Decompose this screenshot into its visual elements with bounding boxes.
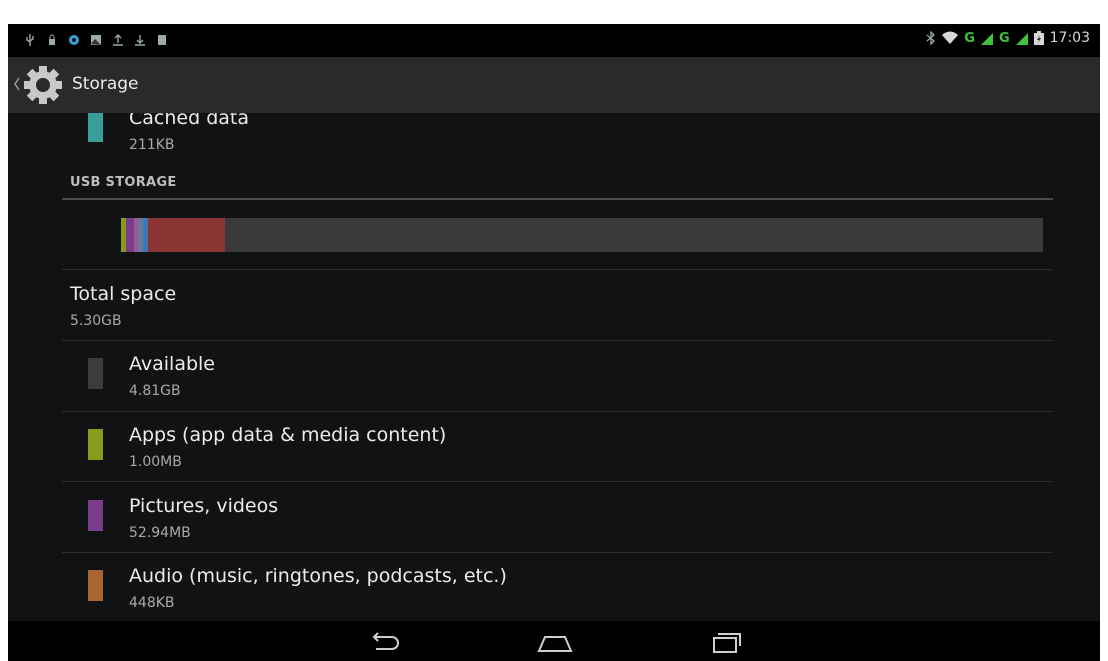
color-swatch xyxy=(88,570,103,601)
recent-apps-icon[interactable] xyxy=(706,629,746,655)
section-header-usb-storage: USB STORAGE xyxy=(70,175,177,190)
wifi-icon xyxy=(942,31,959,44)
settings-gear-icon[interactable] xyxy=(22,64,64,106)
battery-icon xyxy=(1033,31,1044,45)
divider xyxy=(62,340,1052,341)
list-item-size: 448KB xyxy=(129,595,175,611)
divider xyxy=(62,411,1052,412)
storage-list[interactable]: Cached data 211KB USB STORAGE Total spac… xyxy=(8,113,1100,621)
network-type-label: G xyxy=(998,30,1010,46)
color-swatch xyxy=(88,113,103,142)
list-item-title: Apps (app data & media content) xyxy=(129,424,447,446)
back-icon[interactable] xyxy=(364,629,404,655)
storage-icon xyxy=(158,35,166,45)
section-divider xyxy=(62,198,1053,200)
bluetooth-icon xyxy=(926,31,936,45)
list-item-size: 4.81GB xyxy=(129,383,181,399)
color-swatch xyxy=(88,429,103,460)
signal-icon xyxy=(980,33,993,45)
device-screen: G G 17:03 Storage Cached data 211KB USB … xyxy=(8,24,1100,661)
network-type-label: G xyxy=(964,30,975,46)
image-icon xyxy=(91,35,101,45)
list-item-title: Available xyxy=(129,353,216,375)
list-item-title: Audio (music, ringtones, podcasts, etc.) xyxy=(129,565,507,587)
upload-icon xyxy=(113,34,123,46)
divider xyxy=(62,552,1052,553)
up-navigation-chevron-icon[interactable] xyxy=(12,76,22,92)
signal-icon xyxy=(1015,33,1028,45)
usage-segment xyxy=(147,218,225,252)
list-item-size: 211KB xyxy=(129,137,175,153)
list-item-size: 1.00MB xyxy=(129,454,182,470)
system-status-icons: G G 17:03 xyxy=(926,30,1090,46)
lock-icon xyxy=(49,34,55,45)
list-item-size: 5.30GB xyxy=(70,313,122,329)
download-icon xyxy=(135,35,145,46)
color-swatch xyxy=(88,500,103,531)
sync-icon xyxy=(69,35,79,45)
divider xyxy=(62,269,1052,270)
status-bar: G G 17:03 xyxy=(8,24,1100,57)
divider xyxy=(62,481,1052,482)
notification-icons xyxy=(24,34,168,46)
action-bar: Storage xyxy=(8,57,1100,113)
list-item-title: Cached data xyxy=(129,113,249,129)
status-clock: 17:03 xyxy=(1049,30,1090,46)
navigation-bar xyxy=(8,621,1100,661)
usage-segment xyxy=(125,218,134,252)
list-item-title: Total space xyxy=(70,283,177,305)
usb-icon xyxy=(26,34,34,46)
list-item-title: Pictures, videos xyxy=(129,495,279,517)
home-icon[interactable] xyxy=(535,629,575,655)
page-title: Storage xyxy=(72,74,139,94)
storage-usage-bar xyxy=(121,218,1043,252)
color-swatch xyxy=(88,358,103,389)
list-item-size: 52.94MB xyxy=(129,525,191,541)
